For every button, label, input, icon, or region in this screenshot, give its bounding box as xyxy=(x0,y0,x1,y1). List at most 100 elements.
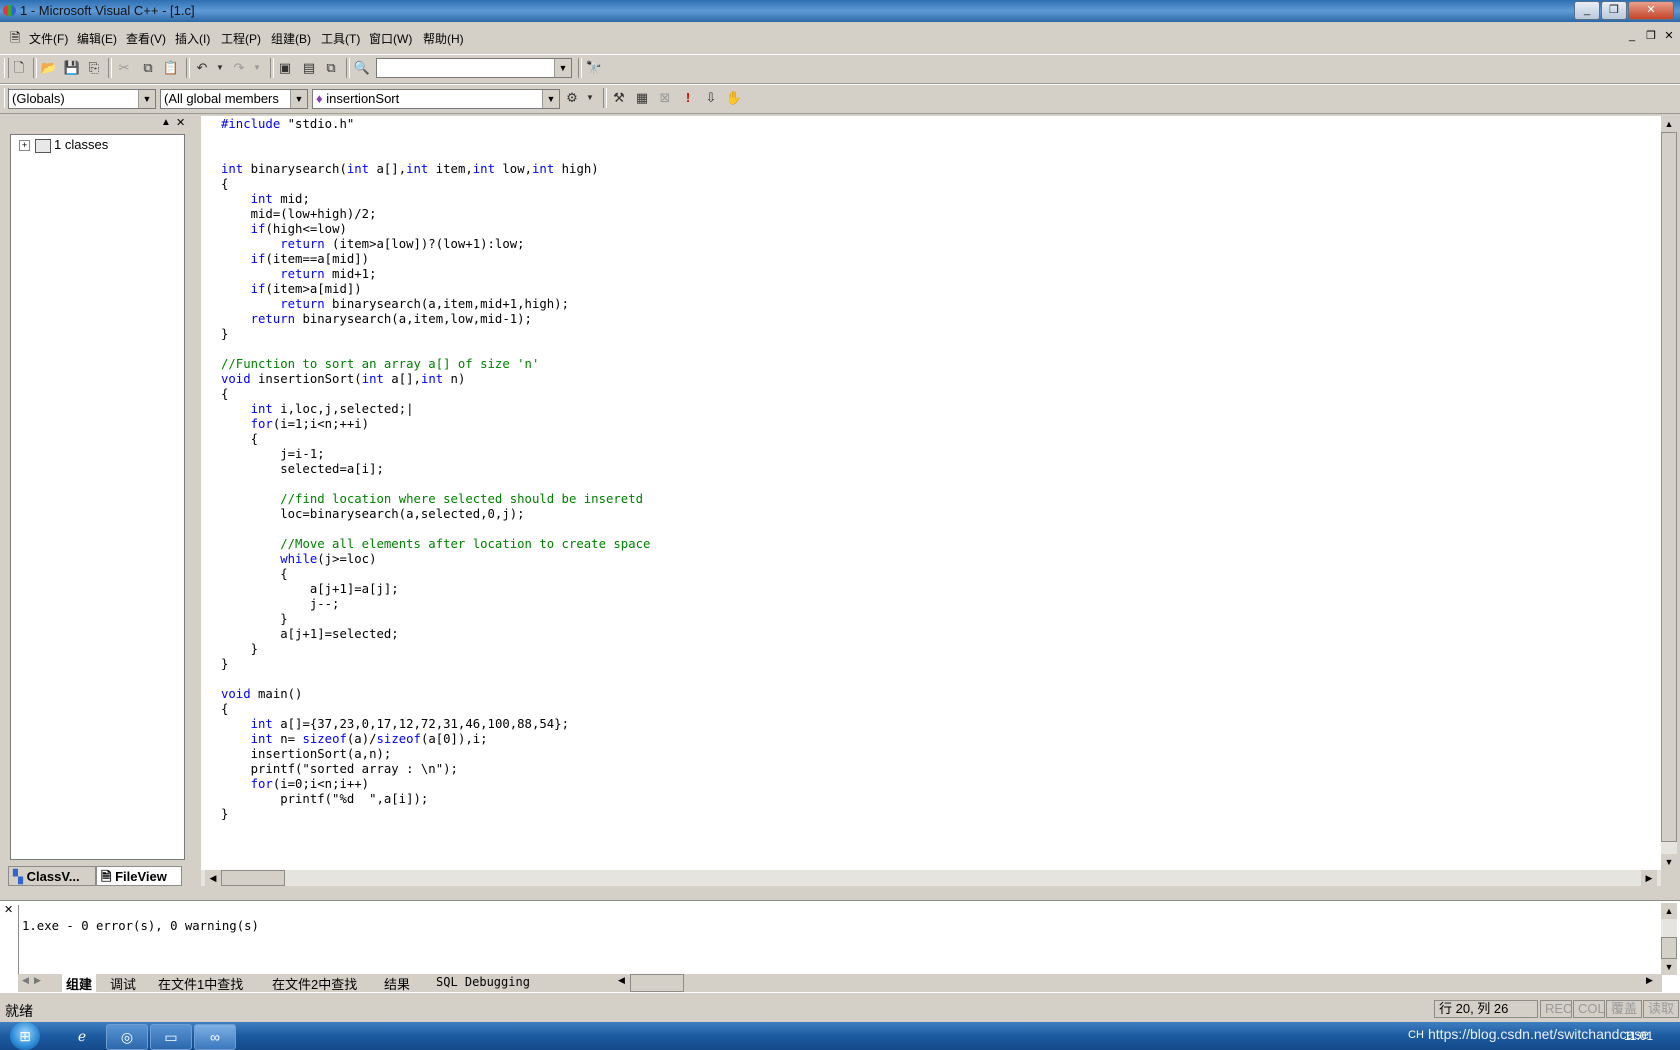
code-line[interactable]: return binarysearch(a,item,mid+1,high); xyxy=(221,296,650,311)
scroll-right-icon[interactable]: ▶ xyxy=(1641,870,1657,886)
explorer-folder-icon[interactable]: ▭ xyxy=(150,1024,192,1050)
menu-view[interactable]: 查看(V) xyxy=(126,30,166,47)
breakpoint-hand-icon[interactable]: ✋ xyxy=(724,88,744,108)
tab-build[interactable]: 组建 xyxy=(62,974,97,993)
code-line[interactable]: a[j+1]=selected; xyxy=(221,626,650,641)
tab-find-in-files-1[interactable]: 在文件1中查找 xyxy=(158,974,243,993)
code-line[interactable]: j--; xyxy=(221,596,650,611)
function-combo[interactable]: ♦ insertionSort ▼ xyxy=(312,89,560,109)
redo-icon[interactable]: ↷ xyxy=(229,58,249,78)
save-all-icon[interactable]: ⎘ xyxy=(84,58,104,78)
class-tree[interactable]: +1 classes xyxy=(10,134,185,860)
open-folder-icon[interactable]: 📂 xyxy=(39,58,59,78)
code-line[interactable] xyxy=(221,521,650,536)
code-line[interactable]: //Move all elements after location to cr… xyxy=(221,536,650,551)
code-line[interactable]: j=i-1; xyxy=(221,446,650,461)
tab-results[interactable]: 结果 xyxy=(384,974,410,993)
mdi-minimize-button[interactable]: _ xyxy=(1625,30,1639,43)
scrollbar-thumb[interactable] xyxy=(221,870,285,886)
redo-dropdown-icon[interactable]: ▼ xyxy=(247,58,267,78)
tab-classview[interactable]: ▚ ClassV... xyxy=(8,866,96,886)
code-line[interactable]: return mid+1; xyxy=(221,266,650,281)
clock[interactable]: 11:01 xyxy=(1624,1029,1653,1043)
minimize-button[interactable]: _ xyxy=(1574,1,1600,20)
code-line[interactable]: //find location where selected should be… xyxy=(221,491,650,506)
code-line[interactable]: if(high<=low) xyxy=(221,221,650,236)
code-line[interactable]: } xyxy=(221,656,650,671)
code-line[interactable]: while(j>=loc) xyxy=(221,551,650,566)
chevron-down-icon[interactable]: ▼ xyxy=(290,90,307,108)
output-text-area[interactable]: 1.exe - 0 error(s), 0 warning(s) xyxy=(18,905,1661,975)
code-line[interactable]: } xyxy=(221,326,650,341)
code-line[interactable]: if(item==a[mid]) xyxy=(221,251,650,266)
build-icon[interactable]: ▦ xyxy=(632,88,652,108)
new-file-icon[interactable]: 🗋 xyxy=(9,58,29,78)
scroll-right-icon[interactable]: ▶ xyxy=(1646,975,1653,986)
code-line[interactable]: for(i=0;i<n;i++) xyxy=(221,776,650,791)
code-line[interactable]: void main() xyxy=(221,686,650,701)
mdi-close-button[interactable]: ✕ xyxy=(1662,30,1676,43)
pane-restore-icon[interactable]: ▲ xyxy=(161,117,171,128)
chevron-down-icon[interactable]: ▼ xyxy=(542,90,559,108)
scroll-left-icon[interactable]: ◀ xyxy=(618,975,625,986)
compile-icon[interactable]: ⚒ xyxy=(609,88,629,108)
pane-close-icon[interactable]: ✕ xyxy=(176,116,185,129)
close-button[interactable]: ✕ xyxy=(1628,1,1674,20)
code-line[interactable]: int a[]={37,23,0,17,12,72,31,46,100,88,5… xyxy=(221,716,650,731)
code-line[interactable]: #include "stdio.h" xyxy=(221,116,650,131)
menu-insert[interactable]: 插入(I) xyxy=(175,30,210,47)
code-line[interactable]: //Function to sort an array a[] of size … xyxy=(221,356,650,371)
undo-icon[interactable]: ↶ xyxy=(192,58,212,78)
scroll-up-icon[interactable]: ▲ xyxy=(1661,116,1677,132)
scroll-up-icon[interactable]: ▲ xyxy=(1661,903,1677,919)
copy-icon[interactable]: ⧉ xyxy=(138,58,158,78)
window-list-icon[interactable]: ⧉ xyxy=(321,58,341,78)
ie-icon[interactable]: ℯ xyxy=(62,1024,102,1048)
editor-horizontal-scrollbar[interactable]: ◀ ▶ xyxy=(201,870,1661,886)
code-line[interactable]: printf("sorted array : \n"); xyxy=(221,761,650,776)
scroll-left-icon[interactable]: ◀ xyxy=(205,870,221,886)
paste-icon[interactable]: 📋 xyxy=(161,58,181,78)
restore-button[interactable]: ❐ xyxy=(1601,1,1627,20)
code-line[interactable]: return binarysearch(a,item,low,mid-1); xyxy=(221,311,650,326)
code-line[interactable]: mid=(low+high)/2; xyxy=(221,206,650,221)
mdi-restore-button[interactable]: ❐ xyxy=(1644,30,1658,43)
code-line[interactable] xyxy=(221,146,650,161)
members-combo[interactable]: (All global members ▼ xyxy=(160,89,308,109)
tab-scroll-right-icon[interactable]: ▶ xyxy=(34,975,41,986)
code-line[interactable]: printf("%d ",a[i]); xyxy=(221,791,650,806)
code-line[interactable]: { xyxy=(221,176,650,191)
menu-edit[interactable]: 编辑(E) xyxy=(77,30,117,47)
workspace-window-icon[interactable]: ▣ xyxy=(275,58,295,78)
editor-vertical-scrollbar[interactable]: ▲ ▼ xyxy=(1661,116,1677,870)
scroll-down-icon[interactable]: ▼ xyxy=(1661,959,1677,975)
browser-360-icon[interactable]: ◎ xyxy=(106,1024,148,1050)
output-window-icon[interactable]: ▤ xyxy=(299,58,319,78)
menu-help[interactable]: 帮助(H) xyxy=(423,30,464,47)
tab-fileview[interactable]: 🗎 FileView xyxy=(96,866,182,886)
code-line[interactable]: return (item>a[low])?(low+1):low; xyxy=(221,236,650,251)
tab-find-in-files-2[interactable]: 在文件2中查找 xyxy=(272,974,357,993)
code-line[interactable] xyxy=(221,131,650,146)
code-editor[interactable]: #include "stdio.h" int binarysearch(int a… xyxy=(201,116,1662,870)
code-line[interactable]: int n= sizeof(a)/sizeof(a[0]),i; xyxy=(221,731,650,746)
code-line[interactable]: insertionSort(a,n); xyxy=(221,746,650,761)
scrollbar-thumb[interactable] xyxy=(1661,937,1677,959)
code-line[interactable]: } xyxy=(221,641,650,656)
code-line[interactable]: int mid; xyxy=(221,191,650,206)
find-in-files-icon[interactable]: 🔍 xyxy=(352,58,372,78)
scrollbar-thumb[interactable] xyxy=(630,974,684,992)
menu-project[interactable]: 工程(P) xyxy=(221,30,261,47)
tree-item-classes[interactable]: +1 classes xyxy=(19,137,108,153)
code-line[interactable] xyxy=(221,476,650,491)
code-line[interactable]: { xyxy=(221,431,650,446)
code-line[interactable]: { xyxy=(221,386,650,401)
code-line[interactable]: } xyxy=(221,806,650,821)
visual-cpp-icon[interactable]: ∞ xyxy=(194,1024,236,1050)
menu-build[interactable]: 组建(B) xyxy=(271,30,311,47)
menu-file[interactable]: 文件(F) xyxy=(29,30,68,47)
code-line[interactable]: selected=a[i]; xyxy=(221,461,650,476)
code-line[interactable]: } xyxy=(221,611,650,626)
code-line[interactable]: void insertionSort(int a[],int n) xyxy=(221,371,650,386)
expand-icon[interactable]: + xyxy=(19,140,30,152)
